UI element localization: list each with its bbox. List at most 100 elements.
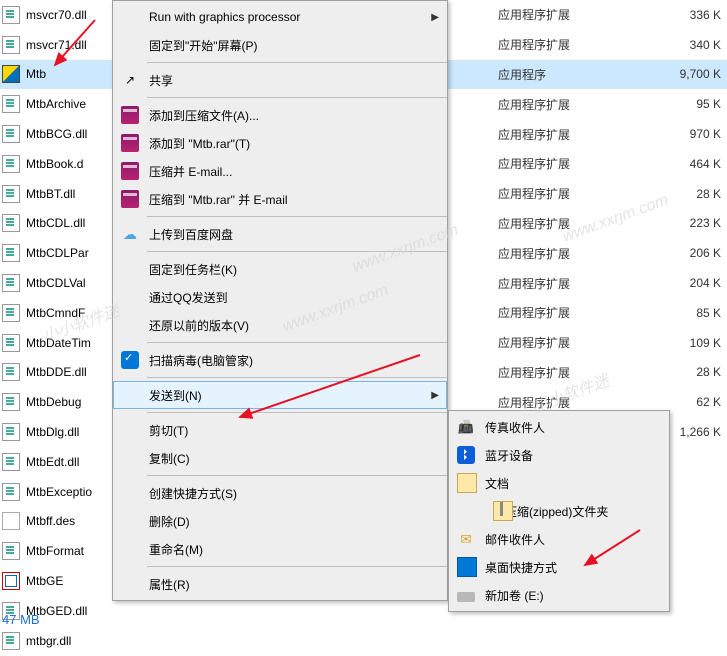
submenu-fax[interactable]: 传真收件人: [449, 413, 669, 441]
dll-icon: [2, 244, 20, 262]
menu-separator: [147, 377, 447, 378]
submenu-mail[interactable]: 邮件收件人: [449, 525, 669, 553]
shield-icon: [121, 351, 139, 369]
menu-rar-mtb[interactable]: 添加到 "Mtb.rar"(T): [113, 129, 447, 157]
file-type: 应用程序扩展: [498, 96, 608, 113]
file-size: 62 K: [696, 395, 721, 409]
rar-icon: [121, 106, 139, 124]
menu-separator: [147, 97, 447, 98]
menu-qq-send[interactable]: 通过QQ发送到: [113, 283, 447, 311]
file-type: 应用程序扩展: [498, 334, 608, 351]
menu-rar-add[interactable]: 添加到压缩文件(A)...: [113, 101, 447, 129]
file-size: 340 K: [690, 38, 721, 52]
menu-create-shortcut[interactable]: 创建快捷方式(S): [113, 479, 447, 507]
menu-separator: [147, 475, 447, 476]
menu-separator: [147, 412, 447, 413]
dll-icon: [2, 36, 20, 54]
dll-icon: [2, 334, 20, 352]
file-type: 应用程序扩展: [498, 36, 608, 53]
menu-pin-start[interactable]: 固定到"开始"屏幕(P): [113, 31, 447, 59]
menu-rar-email[interactable]: 压缩并 E-mail...: [113, 157, 447, 185]
share-icon: ↗: [121, 71, 139, 89]
file-size: 9,700 K: [680, 67, 721, 81]
file-type: 应用程序扩展: [498, 185, 608, 202]
context-menu: Run with graphics processor▶ 固定到"开始"屏幕(P…: [112, 0, 448, 601]
rar-icon: [121, 162, 139, 180]
dll-icon: [2, 155, 20, 173]
menu-separator: [147, 62, 447, 63]
file-type: 应用程序扩展: [498, 275, 608, 292]
dll-icon: [2, 542, 20, 560]
rar-icon: [121, 190, 139, 208]
des-icon: [2, 512, 20, 530]
menu-restore[interactable]: 还原以前的版本(V): [113, 311, 447, 339]
file-size: 204 K: [690, 276, 721, 290]
file-size: 95 K: [696, 97, 721, 111]
send-to-submenu: 传真收件人 蓝牙设备 文档 压缩(zipped)文件夹 邮件收件人 桌面快捷方式…: [448, 410, 670, 612]
file-type: 应用程序扩展: [498, 6, 608, 23]
chevron-right-icon: ▶: [431, 12, 439, 23]
file-type: 应用程序扩展: [498, 245, 608, 262]
status-bar: 47 MB: [0, 608, 42, 631]
dll-icon: [2, 214, 20, 232]
mail-icon: [457, 530, 475, 548]
file-size: 970 K: [690, 127, 721, 141]
cloud-icon: [121, 225, 139, 243]
menu-rename[interactable]: 重命名(M): [113, 535, 447, 563]
submenu-desktop-shortcut[interactable]: 桌面快捷方式: [449, 553, 669, 581]
dll-icon: [2, 423, 20, 441]
desktop-icon: [457, 557, 477, 577]
file-size: 206 K: [690, 246, 721, 260]
menu-separator: [147, 216, 447, 217]
menu-run-graphics[interactable]: Run with graphics processor▶: [113, 3, 447, 31]
menu-copy[interactable]: 复制(C): [113, 444, 447, 472]
file-size: 336 K: [690, 8, 721, 22]
zip-icon: [493, 501, 513, 521]
file-type: 应用程序扩展: [498, 155, 608, 172]
menu-share[interactable]: ↗共享: [113, 66, 447, 94]
menu-send-to[interactable]: 发送到(N)▶: [113, 381, 447, 409]
dll-icon: [2, 632, 20, 650]
file-type: 应用程序扩展: [498, 126, 608, 143]
dll-icon: [2, 6, 20, 24]
exe-icon: [2, 65, 20, 83]
menu-separator: [147, 566, 447, 567]
file-type: 应用程序: [498, 66, 608, 83]
file-size: 109 K: [690, 336, 721, 350]
ge-icon: [2, 572, 20, 590]
menu-properties[interactable]: 属性(R): [113, 570, 447, 598]
menu-cut[interactable]: 剪切(T): [113, 416, 447, 444]
file-row[interactable]: mtbgr.dll: [0, 626, 727, 656]
rar-icon: [121, 134, 139, 152]
dll-icon: [2, 393, 20, 411]
submenu-zip[interactable]: 压缩(zipped)文件夹: [449, 497, 669, 525]
file-size: 28 K: [696, 365, 721, 379]
dll-icon: [2, 483, 20, 501]
dll-icon: [2, 363, 20, 381]
submenu-bluetooth[interactable]: 蓝牙设备: [449, 441, 669, 469]
dll-icon: [2, 95, 20, 113]
file-size: 1,266 K: [680, 425, 721, 439]
file-size: 223 K: [690, 216, 721, 230]
dll-icon: [2, 304, 20, 322]
dll-icon: [2, 125, 20, 143]
submenu-documents[interactable]: 文档: [449, 469, 669, 497]
folder-icon: [457, 473, 477, 493]
menu-scan-virus[interactable]: 扫描病毒(电脑管家): [113, 346, 447, 374]
fax-icon: [457, 418, 475, 436]
drive-icon: [457, 592, 475, 602]
file-size: 85 K: [696, 306, 721, 320]
file-size: 464 K: [690, 157, 721, 171]
menu-delete[interactable]: 删除(D): [113, 507, 447, 535]
submenu-drive-e[interactable]: 新加卷 (E:): [449, 581, 669, 609]
file-type: 应用程序扩展: [498, 304, 608, 321]
menu-rar-mtb-email[interactable]: 压缩到 "Mtb.rar" 并 E-mail: [113, 185, 447, 213]
dll-icon: [2, 453, 20, 471]
file-size: 28 K: [696, 187, 721, 201]
file-name: MtbGED.dll: [26, 604, 130, 618]
menu-separator: [147, 342, 447, 343]
dll-icon: [2, 185, 20, 203]
chevron-right-icon: ▶: [431, 390, 439, 401]
dll-icon: [2, 274, 20, 292]
bluetooth-icon: [457, 446, 475, 464]
